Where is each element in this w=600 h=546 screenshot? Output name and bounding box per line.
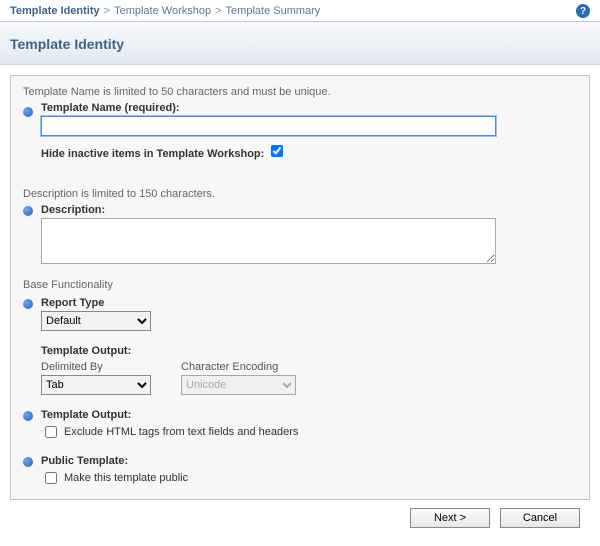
name-hint: Template Name is limited to 50 character… xyxy=(23,86,577,98)
delimited-by-label: Delimited By xyxy=(41,361,151,373)
info-icon xyxy=(23,107,33,117)
hide-inactive-label: Hide inactive items in Template Workshop… xyxy=(41,148,264,160)
cancel-button[interactable]: Cancel xyxy=(500,508,580,528)
info-icon xyxy=(23,411,33,421)
delimited-by-select[interactable]: Tab xyxy=(41,375,151,395)
char-encoding-select[interactable]: Unicode xyxy=(181,375,296,395)
chevron-right-icon: > xyxy=(215,5,221,17)
char-encoding-label: Character Encoding xyxy=(181,361,296,373)
breadcrumb: Template Identity > Template Workshop > … xyxy=(10,5,320,17)
next-button[interactable]: Next > xyxy=(410,508,490,528)
exclude-html-checkbox[interactable] xyxy=(45,426,57,438)
help-icon[interactable]: ? xyxy=(576,4,590,18)
make-public-label: Make this template public xyxy=(64,472,188,484)
template-output-label: Template Output: xyxy=(41,345,577,357)
report-type-select[interactable]: Default xyxy=(41,311,151,331)
hide-inactive-checkbox[interactable] xyxy=(271,145,283,157)
breadcrumb-item-summary[interactable]: Template Summary xyxy=(226,5,321,17)
breadcrumb-item-workshop[interactable]: Template Workshop xyxy=(114,5,211,17)
base-functionality-heading: Base Functionality xyxy=(23,279,577,291)
header-band: Template Identity xyxy=(0,22,600,65)
desc-hint: Description is limited to 150 characters… xyxy=(23,188,577,200)
template-output-label-2: Template Output: xyxy=(41,409,577,421)
page-title: Template Identity xyxy=(10,36,590,52)
form-panel: Template Name is limited to 50 character… xyxy=(10,75,590,500)
info-icon xyxy=(23,299,33,309)
description-textarea[interactable] xyxy=(41,218,496,264)
breadcrumb-current: Template Identity xyxy=(10,5,100,17)
make-public-checkbox[interactable] xyxy=(45,472,57,484)
public-template-label: Public Template: xyxy=(41,455,577,467)
info-icon xyxy=(23,206,33,216)
chevron-right-icon: > xyxy=(104,5,110,17)
button-bar: Next > Cancel xyxy=(10,500,590,538)
top-bar: Template Identity > Template Workshop > … xyxy=(0,0,600,22)
info-icon xyxy=(23,457,33,467)
exclude-html-label: Exclude HTML tags from text fields and h… xyxy=(64,426,298,438)
report-type-label: Report Type xyxy=(41,297,577,309)
name-label: Template Name (required): xyxy=(41,102,577,114)
template-name-input[interactable] xyxy=(41,116,496,136)
desc-label: Description: xyxy=(41,204,577,216)
